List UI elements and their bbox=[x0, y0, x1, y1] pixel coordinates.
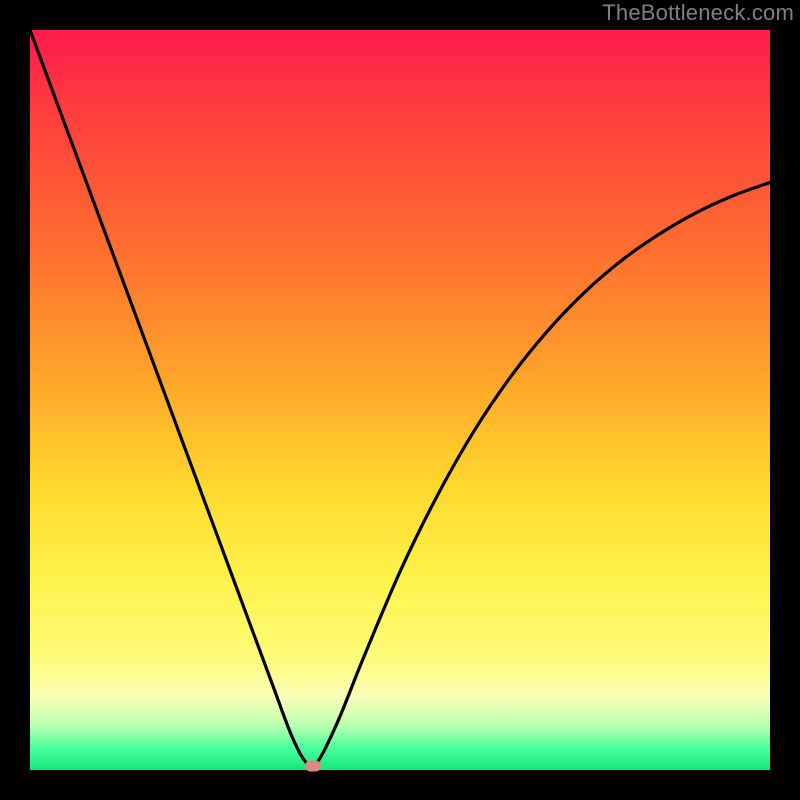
curve-svg bbox=[30, 30, 770, 770]
bottleneck-marker bbox=[305, 761, 321, 772]
watermark-text: TheBottleneck.com bbox=[602, 0, 794, 26]
plot-area bbox=[30, 30, 770, 770]
bottleneck-curve bbox=[30, 30, 770, 770]
chart-frame: TheBottleneck.com bbox=[0, 0, 800, 800]
